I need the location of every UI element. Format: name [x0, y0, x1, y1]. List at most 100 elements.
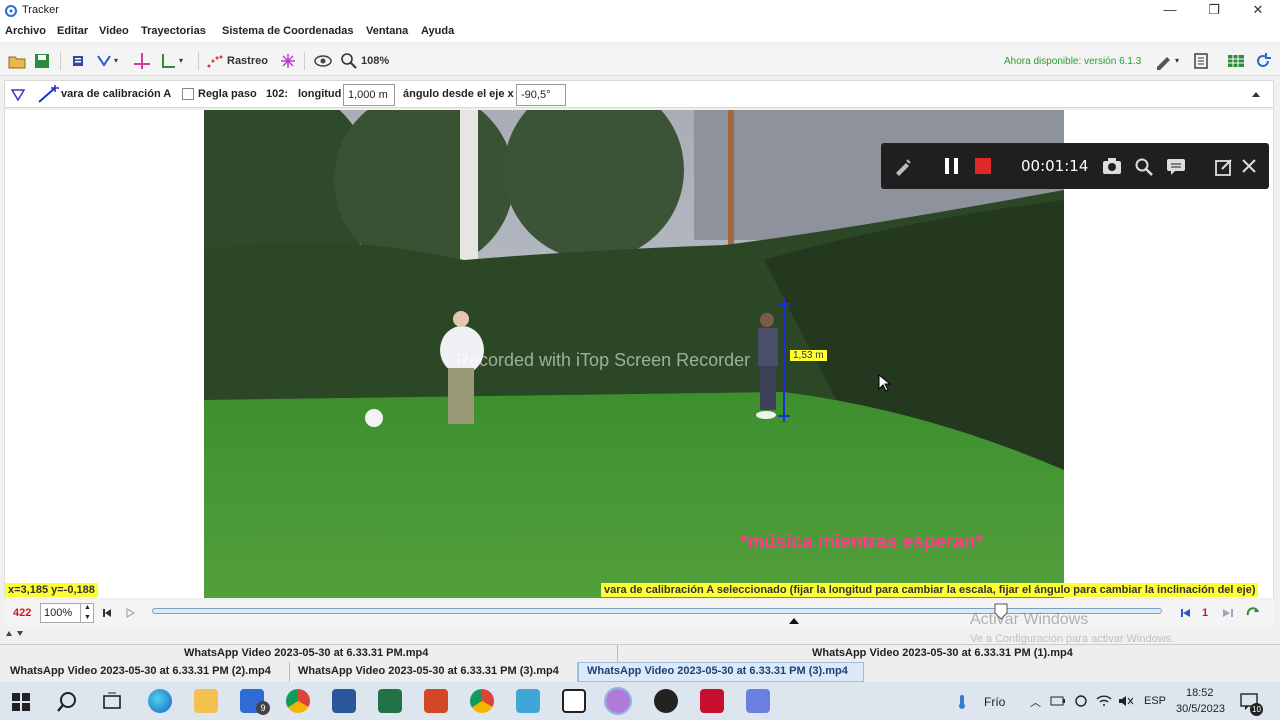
- coordinates-readout: x=3,185 y=-0,188: [5, 583, 98, 597]
- axes-icon[interactable]: [133, 52, 151, 70]
- battery-icon[interactable]: [1050, 694, 1066, 708]
- close-recorder-icon[interactable]: [1242, 159, 1256, 173]
- clip-settings-icon[interactable]: [70, 53, 86, 69]
- tab[interactable]: WhatsApp Video 2023-05-30 at 6.33.31 PM …: [2, 662, 290, 682]
- refresh-icon[interactable]: [1254, 52, 1272, 70]
- length-input[interactable]: 1,000 m: [343, 84, 395, 106]
- svg-text:▾: ▾: [114, 56, 118, 65]
- notes-icon[interactable]: [1193, 52, 1209, 70]
- weather-label[interactable]: Frío: [984, 695, 1005, 709]
- chrome-icon[interactable]: [286, 689, 310, 713]
- wifi-icon[interactable]: [1096, 694, 1112, 708]
- length-label: longitud: [298, 88, 342, 100]
- track-button[interactable]: Rastreo: [227, 52, 268, 70]
- update-notice[interactable]: Ahora disponible: versión 6.1.3: [1004, 56, 1141, 67]
- close-button[interactable]: ✕: [1236, 0, 1280, 22]
- track-name[interactable]: vara de calibración A: [61, 88, 171, 100]
- tab-label: WhatsApp Video 2023-05-30 at 6.33.31 PM.…: [184, 647, 429, 659]
- save-icon[interactable]: [34, 53, 50, 69]
- camera-icon[interactable]: [1102, 157, 1122, 175]
- play-icon[interactable]: [126, 608, 136, 618]
- rewind-icon[interactable]: [102, 608, 112, 618]
- menu-ayuda[interactable]: Ayuda: [421, 25, 454, 37]
- data-table-icon[interactable]: [1227, 52, 1245, 70]
- video-tabs-row-2: WhatsApp Video 2023-05-30 at 6.33.31 PM …: [0, 662, 1280, 682]
- loop-icon[interactable]: [1246, 606, 1262, 620]
- pause-icon[interactable]: [943, 157, 961, 175]
- angle-label: ángulo desde el eje x: [403, 88, 514, 100]
- excel-icon[interactable]: [378, 689, 402, 713]
- weather-thermometer-icon: [959, 695, 965, 709]
- task-view-icon[interactable]: [102, 692, 122, 712]
- trail-icon[interactable]: [207, 54, 223, 68]
- clock-time[interactable]: 18:52: [1186, 687, 1214, 699]
- collapse-arrow-icon[interactable]: [1251, 90, 1261, 98]
- pencil-icon[interactable]: ▾: [1155, 52, 1183, 70]
- menu-sistema-coordenadas[interactable]: Sistema de Coordenadas: [222, 25, 353, 37]
- tab-active[interactable]: WhatsApp Video 2023-05-30 at 6.33.31 PM …: [578, 662, 864, 682]
- angle-input[interactable]: -90,5°: [516, 84, 566, 106]
- title-bar: Tracker — ❐ ✕: [0, 0, 1280, 22]
- toolbar-separator: [304, 52, 305, 70]
- menu-bar: Archivo Editar Video Trayectorias Sistem…: [0, 22, 1280, 42]
- tray-chevron-icon[interactable]: ︿: [1030, 694, 1041, 710]
- menu-trayectorias[interactable]: Trayectorias: [141, 25, 206, 37]
- volume-muted-icon[interactable]: [1118, 694, 1134, 708]
- menu-editar[interactable]: Editar: [57, 25, 88, 37]
- zoom-spinner[interactable]: ▲ ▼: [80, 603, 94, 623]
- chat-icon[interactable]: [1166, 157, 1186, 177]
- recorder-watermark: Recorded with iTop Screen Recorder: [456, 350, 751, 370]
- video-tabs-row-1: WhatsApp Video 2023-05-30 at 6.33.31 PM.…: [0, 644, 1280, 663]
- color-app-icon[interactable]: [604, 687, 632, 715]
- app-icon[interactable]: [516, 689, 540, 713]
- p-app-icon[interactable]: [746, 689, 770, 713]
- open-folder-icon[interactable]: [8, 53, 26, 69]
- track-points-icon[interactable]: ▾: [96, 53, 124, 69]
- mail-badge: 9: [256, 701, 270, 715]
- status-message: vara de calibración A seleccionado (fija…: [601, 583, 1259, 597]
- minimize-button[interactable]: —: [1148, 0, 1192, 22]
- autotracker-icon[interactable]: [280, 53, 296, 69]
- tab[interactable]: WhatsApp Video 2023-05-30 at 6.33.31 PM.…: [2, 645, 618, 663]
- edit-icon[interactable]: [1214, 157, 1234, 177]
- file-explorer-icon[interactable]: [194, 689, 218, 713]
- step-back-icon[interactable]: [1180, 608, 1192, 618]
- eye-icon[interactable]: [314, 54, 332, 68]
- chrome-profile-icon[interactable]: [470, 689, 494, 713]
- clock-date[interactable]: 30/5/2023: [1176, 703, 1225, 715]
- regla-paso-checkbox[interactable]: [182, 88, 194, 100]
- stop-icon[interactable]: [974, 157, 992, 175]
- tab[interactable]: WhatsApp Video 2023-05-30 at 6.33.31 PM …: [618, 645, 1274, 663]
- language-indicator[interactable]: ESP: [1144, 695, 1166, 707]
- maximize-button[interactable]: ❐: [1192, 0, 1236, 22]
- search-icon[interactable]: [1134, 157, 1154, 177]
- edge-icon[interactable]: [148, 689, 172, 713]
- tab-label: WhatsApp Video 2023-05-30 at 6.33.31 PM …: [812, 647, 1073, 659]
- screen-recorder-icon[interactable]: [700, 689, 724, 713]
- search-taskbar-icon[interactable]: [56, 691, 78, 713]
- zoom-icon[interactable]: [340, 52, 358, 70]
- video-caption: *música mientras esperan*: [740, 532, 983, 553]
- step-count[interactable]: 1: [1202, 607, 1208, 619]
- calibration-tools-icon[interactable]: ▾: [160, 52, 188, 70]
- tracker-app-icon: [5, 5, 17, 17]
- tab[interactable]: WhatsApp Video 2023-05-30 at 6.33.31 PM …: [290, 662, 578, 682]
- step-forward-icon[interactable]: [1222, 608, 1234, 618]
- brush-icon[interactable]: [893, 156, 913, 176]
- menu-video[interactable]: Video: [99, 25, 129, 37]
- track-menu-triangle-icon[interactable]: [11, 89, 25, 101]
- word-icon[interactable]: [332, 689, 356, 713]
- powerpoint-icon[interactable]: [424, 689, 448, 713]
- tracker-taskbar-icon[interactable]: [562, 689, 586, 713]
- tab-label: WhatsApp Video 2023-05-30 at 6.33.31 PM …: [587, 665, 848, 677]
- zoom-level[interactable]: 108%: [361, 52, 389, 70]
- panel-arrows-icon[interactable]: [5, 629, 27, 637]
- menu-archivo[interactable]: Archivo: [5, 25, 46, 37]
- media-player-icon[interactable]: [654, 689, 678, 713]
- menu-ventana[interactable]: Ventana: [366, 25, 408, 37]
- recording-time: 00:01:14: [1021, 157, 1089, 175]
- windows-start-icon[interactable]: [12, 693, 30, 711]
- track-control-bar: vara de calibración A Regla paso 102: lo…: [4, 80, 1274, 108]
- sync-icon[interactable]: [1074, 694, 1088, 708]
- stick-length-label: 1,53 m: [790, 350, 827, 361]
